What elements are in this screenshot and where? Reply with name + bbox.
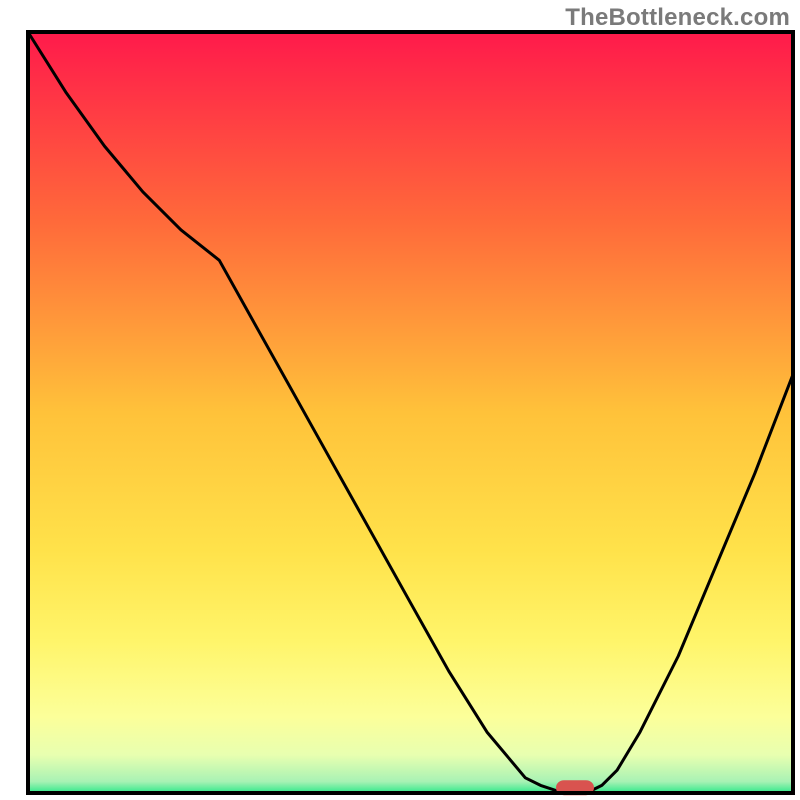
bottleneck-chart <box>0 0 800 800</box>
chart-root: TheBottleneck.com <box>0 0 800 800</box>
background-gradient <box>28 32 793 793</box>
